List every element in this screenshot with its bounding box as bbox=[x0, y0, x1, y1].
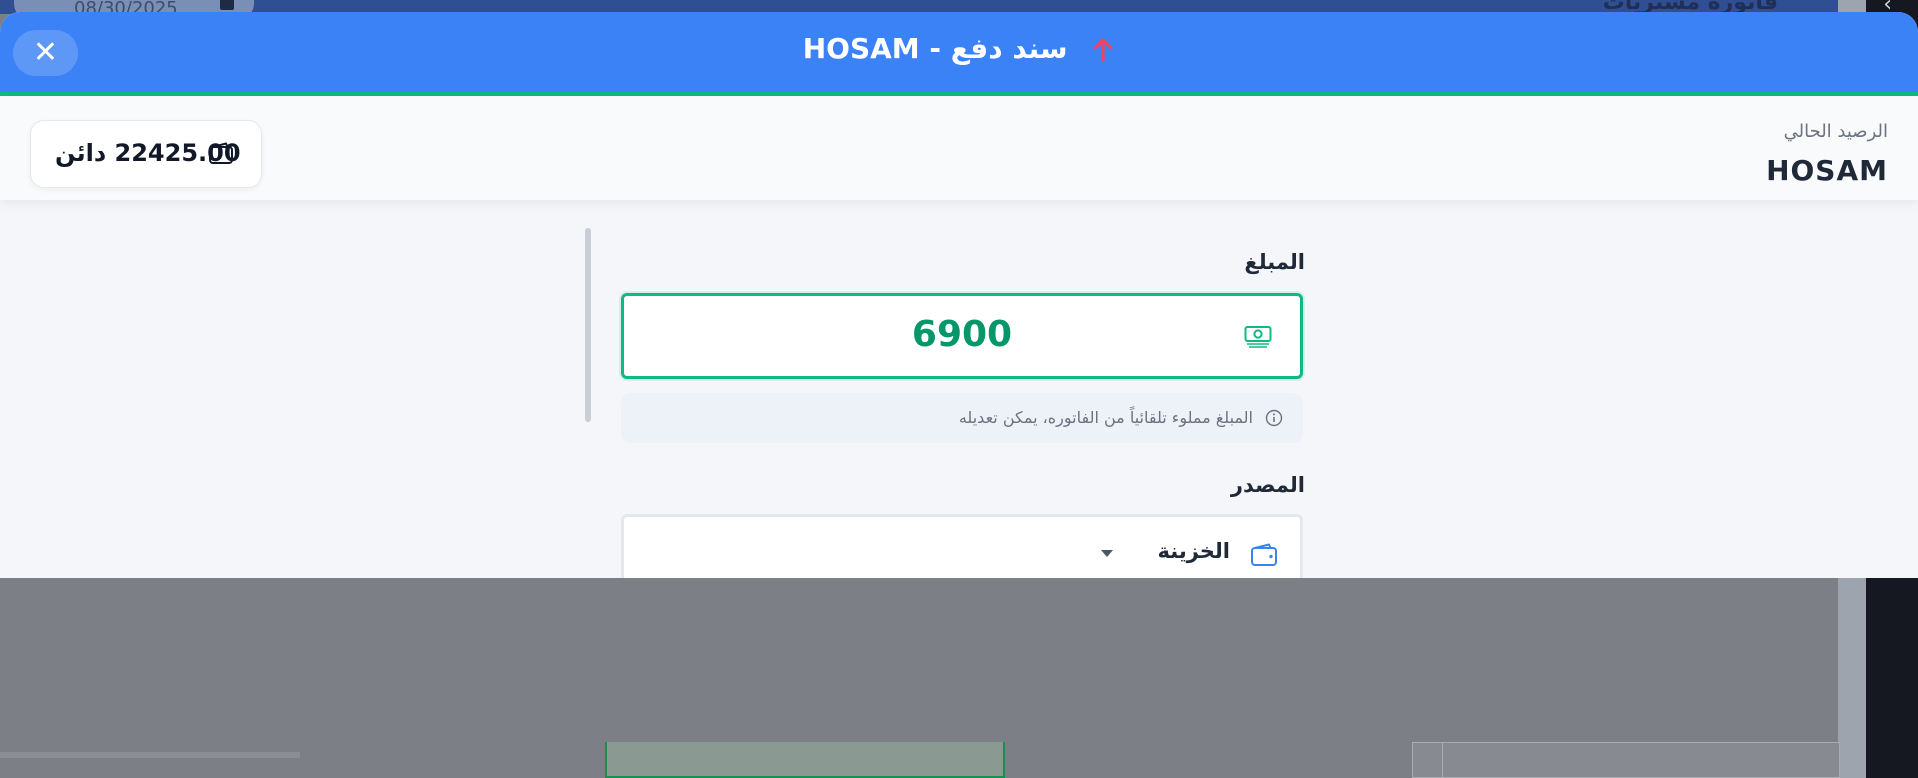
modal-title-wrap: سند دفع - HOSAM bbox=[0, 32, 1918, 69]
money-icon bbox=[1244, 324, 1272, 352]
wallet-icon bbox=[208, 142, 234, 170]
balance-bar: الرصيد الحالي HOSAM 22425.00 دائن bbox=[0, 96, 1918, 200]
scrollbar[interactable] bbox=[585, 228, 591, 422]
source-label: المصدر bbox=[1230, 473, 1305, 497]
account-name: HOSAM bbox=[1766, 154, 1888, 187]
arrow-up-icon bbox=[1091, 36, 1115, 69]
balance-card: 22425.00 دائن bbox=[30, 120, 262, 188]
info-icon bbox=[1265, 409, 1283, 431]
modal-header: ✕ سند دفع - HOSAM bbox=[0, 12, 1918, 96]
background-footer-element bbox=[0, 752, 300, 758]
source-select[interactable]: الخزينة bbox=[621, 514, 1303, 578]
calendar-icon bbox=[220, 0, 234, 10]
amount-hint-text: المبلغ مملوء تلقائياً من الفاتوره، يمكن … bbox=[958, 408, 1253, 427]
modal-title: سند دفع - HOSAM bbox=[802, 32, 1068, 65]
wallet-icon bbox=[1250, 543, 1278, 571]
amount-value: 6900 bbox=[911, 314, 1013, 355]
background-input-box bbox=[605, 742, 1005, 778]
amount-label: المبلغ bbox=[1244, 250, 1305, 274]
balance-label: الرصيد الحالي bbox=[1783, 121, 1888, 142]
amount-field[interactable]: 6900 bbox=[621, 293, 1303, 379]
chevron-down-icon bbox=[1101, 550, 1113, 557]
amount-hint: المبلغ مملوء تلقائياً من الفاتوره، يمكن … bbox=[621, 393, 1303, 443]
source-value: الخزينة bbox=[1157, 539, 1230, 563]
payment-voucher-modal: ✕ سند دفع - HOSAM الرصيد الحالي HOSAM 22… bbox=[0, 12, 1918, 578]
